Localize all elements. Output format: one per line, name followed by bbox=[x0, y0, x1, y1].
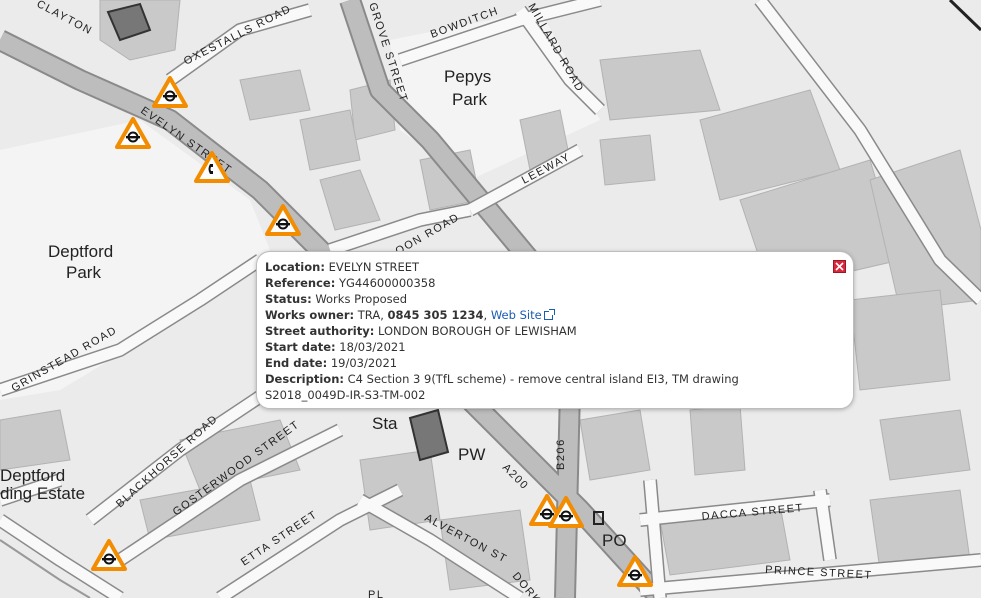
label-deptford-park-2: Park bbox=[66, 263, 101, 282]
end-date-label: End date: bbox=[265, 356, 328, 370]
close-icon[interactable] bbox=[833, 260, 846, 273]
external-link-icon bbox=[543, 309, 555, 320]
end-date-row: End date: 19/03/2021 bbox=[265, 355, 823, 371]
start-date-row: Start date: 18/03/2021 bbox=[265, 339, 823, 355]
description-label: Description: bbox=[265, 372, 344, 386]
label-pepys-park-1: Pepys bbox=[444, 67, 491, 86]
reference-value: YG44600000358 bbox=[339, 276, 436, 290]
status-label: Status: bbox=[265, 292, 312, 306]
location-value: EVELYN STREET bbox=[328, 260, 420, 274]
works-owner-row: Works owner: TRA, 0845 305 1234, Web Sit… bbox=[265, 307, 823, 323]
label-sta: Sta bbox=[372, 414, 398, 433]
street-authority-value: LONDON BOROUGH OF LEWISHAM bbox=[377, 324, 577, 338]
works-owner-name: TRA bbox=[357, 308, 381, 322]
works-owner-phone: 0845 305 1234 bbox=[387, 308, 484, 322]
label-deptford-estate-2: ding Estate bbox=[0, 484, 85, 503]
location-row: Location: EVELYN STREET bbox=[265, 259, 823, 275]
reference-row: Reference: YG44600000358 bbox=[265, 275, 823, 291]
works-owner-label: Works owner: bbox=[265, 308, 355, 322]
street-authority-row: Street authority: LONDON BOROUGH OF LEWI… bbox=[265, 323, 823, 339]
label-b206: B206 bbox=[555, 438, 567, 470]
description-row: Description: C4 Section 3 9(TfL scheme) … bbox=[265, 371, 823, 403]
info-popup: Location: EVELYN STREET Reference: YG446… bbox=[256, 251, 854, 409]
label-po: PO bbox=[602, 531, 627, 550]
web-site-link[interactable]: Web Site bbox=[491, 308, 542, 322]
label-pl: PL bbox=[368, 589, 384, 598]
label-pepys-park-2: Park bbox=[452, 90, 487, 109]
status-row: Status: Works Proposed bbox=[265, 291, 823, 307]
end-date-value: 19/03/2021 bbox=[330, 356, 398, 370]
label-deptford-estate-1: Deptford bbox=[0, 466, 65, 485]
label-pw: PW bbox=[458, 445, 485, 464]
status-value: Works Proposed bbox=[315, 292, 408, 306]
reference-label: Reference: bbox=[265, 276, 336, 290]
label-deptford-park-1: Deptford bbox=[48, 242, 113, 261]
start-date-label: Start date: bbox=[265, 340, 336, 354]
location-label: Location: bbox=[265, 260, 325, 274]
street-authority-label: Street authority: bbox=[265, 324, 375, 338]
start-date-value: 18/03/2021 bbox=[339, 340, 406, 354]
